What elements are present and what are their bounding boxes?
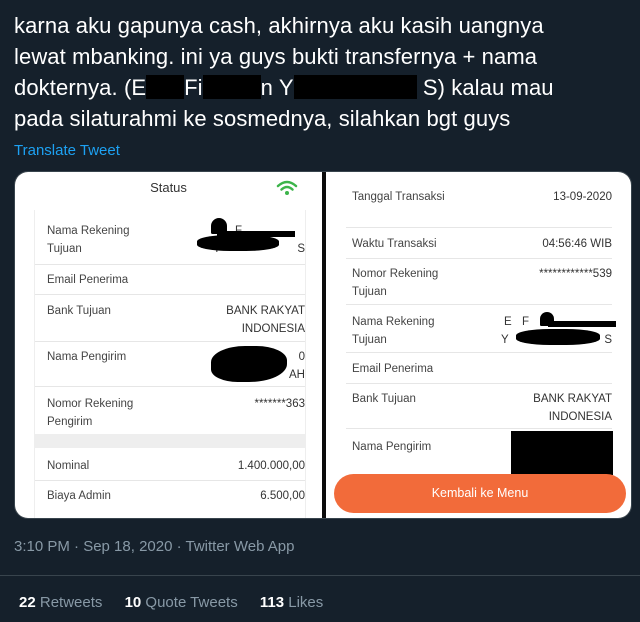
divider xyxy=(346,304,612,305)
redaction-mark xyxy=(197,235,279,251)
row-value: BANK RAKYAT INDONESIA xyxy=(226,305,305,335)
tweet-line-3-part-c: n Y xyxy=(260,75,294,100)
likes-stat[interactable]: 113 Likes xyxy=(260,594,323,611)
row-label: Bank Tujuan xyxy=(47,305,111,317)
tweet-stats: 22 Retweets 10 Quote Tweets 113 Likes xyxy=(19,594,341,611)
divider xyxy=(0,575,640,576)
tweet-text: karna aku gapunya cash, akhirnya aku kas… xyxy=(14,10,630,134)
tweet-line-3: dokternya. (E Fi n Y S) kalau mau xyxy=(14,72,630,103)
divider xyxy=(35,264,305,265)
quote-tweets-stat[interactable]: 10 Quote Tweets xyxy=(125,594,238,611)
tweet-timestamp[interactable]: 3:10 PM · Sep 18, 2020 · Twitter Web App xyxy=(14,538,294,555)
redaction-mark xyxy=(548,321,616,327)
row-label: Nama Rekening Tujuan xyxy=(352,316,435,346)
redaction-block xyxy=(202,75,261,99)
row-label: Nama Pengirim xyxy=(352,441,432,453)
wifi-icon xyxy=(276,180,298,195)
tweet-line-3-part-a: dokternya. (E xyxy=(14,75,147,100)
redaction-mark xyxy=(511,431,613,475)
redaction-block xyxy=(146,75,185,99)
right-screenshot: Tanggal Transaksi 13-09-2020 Waktu Trans… xyxy=(326,172,631,518)
tweet-line-3-part-b: Fi xyxy=(184,75,203,100)
row-label: Email Penerima xyxy=(352,363,434,375)
row-label: Nominal xyxy=(47,460,90,472)
divider xyxy=(346,383,612,384)
redaction-block xyxy=(293,75,417,99)
row-value: 13-09-2020 xyxy=(553,191,612,203)
divider xyxy=(346,428,612,429)
divider xyxy=(346,352,612,353)
row-label: Email Penerima xyxy=(47,274,129,286)
row-value: 6.500,00 xyxy=(260,490,305,502)
row-value: 1.400.000,00 xyxy=(237,460,305,472)
section-gap xyxy=(35,434,305,448)
row-label: Nomor Rekening Tujuan xyxy=(352,268,439,298)
row-label: Bank Tujuan xyxy=(352,393,416,405)
row-label: Biaya Admin xyxy=(47,490,111,502)
left-screenshot: Status Nama Rekening Tujuan E F Y S Emai… xyxy=(15,172,322,518)
divider xyxy=(35,341,305,342)
tweet-line-3-part-d: S) kalau mau xyxy=(422,75,554,100)
row-value: ************539 xyxy=(539,268,612,280)
redaction-mark xyxy=(516,329,600,345)
tweet-line-1: karna aku gapunya cash, akhirnya aku kas… xyxy=(14,13,544,38)
divider xyxy=(35,294,305,295)
tweet-line-4: pada silaturahmi ke sosmednya, silahkan … xyxy=(14,106,511,131)
row-label: Nomor Rekening Pengirim xyxy=(47,398,134,428)
translate-tweet-link[interactable]: Translate Tweet xyxy=(14,142,120,159)
row-label: Nama Pengirim xyxy=(47,351,127,363)
retweets-stat[interactable]: 22 Retweets xyxy=(19,594,102,611)
row-value: BANK RAKYAT INDONESIA xyxy=(533,393,612,423)
divider xyxy=(35,480,305,481)
row-value: 04:56:46 WIB xyxy=(542,238,612,250)
tweet-media[interactable]: Status Nama Rekening Tujuan E F Y S Emai… xyxy=(14,171,632,519)
row-value: *******363 xyxy=(254,398,305,410)
row-label: Tanggal Transaksi xyxy=(352,191,445,203)
kembali-ke-menu-button[interactable]: Kembali ke Menu xyxy=(334,474,626,513)
row-label: Waktu Transaksi xyxy=(352,238,437,250)
redaction-mark xyxy=(211,346,287,382)
tweet-line-2: lewat mbanking. ini ya guys bukti transf… xyxy=(14,44,538,69)
divider xyxy=(346,227,612,228)
divider xyxy=(346,258,612,259)
row-label: Nama Rekening Tujuan xyxy=(47,225,130,255)
divider xyxy=(35,386,305,387)
